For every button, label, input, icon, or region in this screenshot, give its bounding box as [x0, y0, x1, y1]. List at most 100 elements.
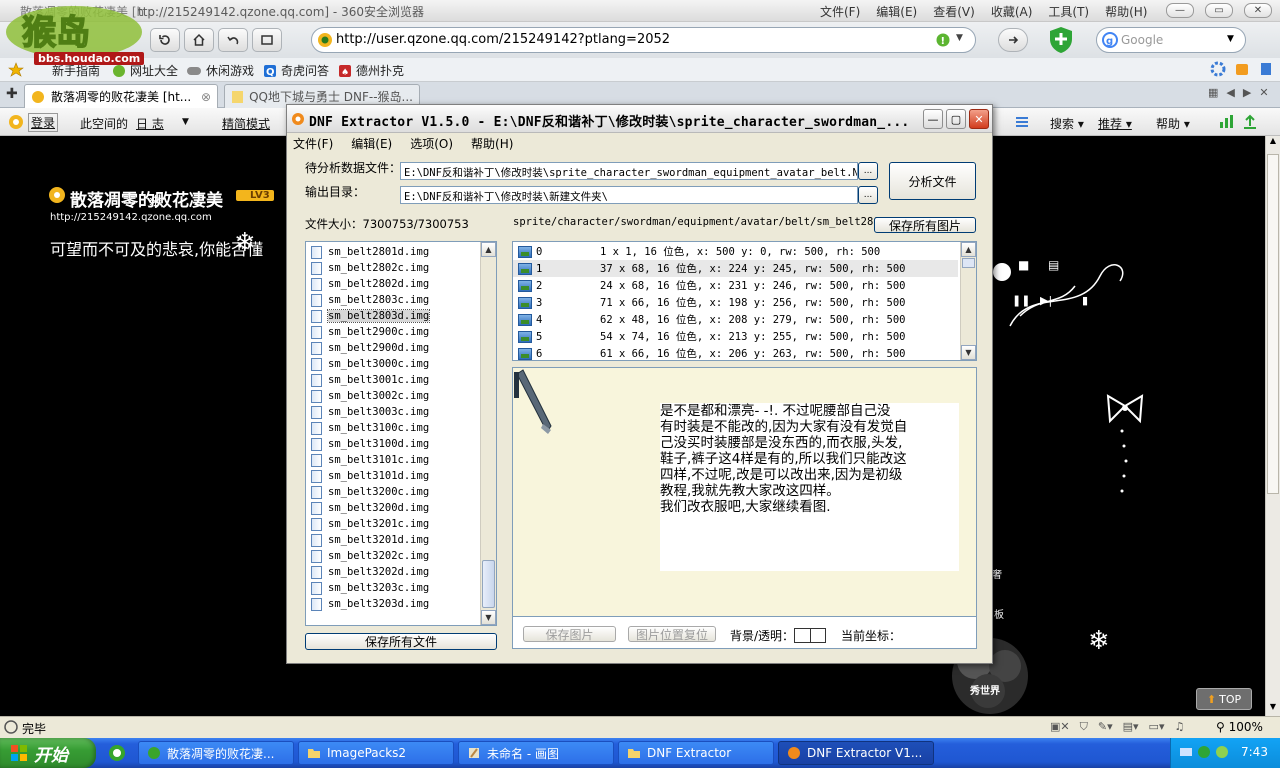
- dialog-menu-file[interactable]: 文件(F): [293, 135, 333, 152]
- save-image-button[interactable]: 保存图片: [523, 626, 616, 642]
- img-file-item[interactable]: sm_belt3200d.img: [306, 500, 480, 516]
- image-list-row[interactable]: 0 1 x 1, 16 位色, x: 500 y: 0, rw: 500, rh:…: [513, 243, 958, 260]
- scroll-down-icon[interactable]: ▼: [1266, 702, 1280, 716]
- img-file-item[interactable]: sm_belt2801d.img: [306, 244, 480, 260]
- img-file-item[interactable]: sm_belt3201d.img: [306, 532, 480, 548]
- task-paint[interactable]: 未命名 - 画图: [458, 741, 614, 765]
- tab-close-icon[interactable]: ⊗: [201, 90, 211, 104]
- home-button[interactable]: [184, 28, 214, 52]
- image-list-scrollbar[interactable]: ▲ ▼: [960, 242, 976, 360]
- 360-tray-icon[interactable]: [1197, 745, 1211, 759]
- search-link[interactable]: 搜索 ▾: [1050, 115, 1084, 132]
- gear-icon[interactable]: [1210, 61, 1226, 77]
- image-list-row[interactable]: 4 62 x 48, 16 位色, x: 208 y: 279, rw: 500,…: [513, 311, 958, 328]
- address-bar[interactable]: http://user.qzone.qq.com/215249142?ptlan…: [311, 27, 976, 53]
- status-pen-icon[interactable]: ✎▾: [1098, 720, 1113, 734]
- page-scrollbar[interactable]: ▲ ▼: [1265, 136, 1280, 716]
- browse-input-button[interactable]: ...: [858, 162, 878, 180]
- status-sound-icon[interactable]: ♫: [1174, 720, 1184, 734]
- refresh-button[interactable]: [150, 28, 180, 52]
- img-file-item[interactable]: sm_belt3203c.img: [306, 580, 480, 596]
- music-pause-icon[interactable]: ❚❚: [1012, 294, 1030, 307]
- menu-file[interactable]: 文件(F): [820, 3, 860, 20]
- save-all-files-button[interactable]: 保存所有文件: [305, 633, 497, 650]
- analyze-file-button[interactable]: 分析文件: [889, 162, 976, 200]
- img-file-item[interactable]: sm_belt2803c.img: [306, 292, 480, 308]
- status-block-icon[interactable]: ▣✕: [1050, 720, 1070, 734]
- dialog-close-button[interactable]: ✕: [969, 109, 989, 129]
- feed-icon[interactable]: [1014, 115, 1030, 129]
- img-file-item[interactable]: sm_belt3100d.img: [306, 436, 480, 452]
- menu-view[interactable]: 查看(V): [933, 3, 975, 20]
- dialog-maximize-button[interactable]: ▢: [946, 109, 966, 129]
- image-list-row[interactable]: 1 37 x 68, 16 位色, x: 224 y: 245, rw: 500,…: [513, 260, 958, 277]
- img-file-item[interactable]: sm_belt3101c.img: [306, 452, 480, 468]
- img-file-item[interactable]: sm_belt2802d.img: [306, 276, 480, 292]
- menu-tools[interactable]: 工具(T): [1048, 3, 1089, 20]
- upload-icon[interactable]: [1242, 114, 1258, 130]
- image-list-row[interactable]: 2 24 x 68, 16 位色, x: 231 y: 246, rw: 500,…: [513, 277, 958, 294]
- task-browser[interactable]: 散落凋零的败花凄...: [138, 741, 294, 765]
- img-file-item[interactable]: sm_belt2900c.img: [306, 324, 480, 340]
- tab-active[interactable]: 散落凋零的败花凄美 [ht... ⊗: [24, 84, 218, 108]
- dialog-menu-edit[interactable]: 编辑(E): [351, 135, 392, 152]
- music-stop-icon[interactable]: ■: [1018, 258, 1029, 272]
- file-list-scroll-thumb[interactable]: [482, 560, 495, 608]
- bg-color-swatch[interactable]: [794, 628, 826, 643]
- zoom-level[interactable]: ⚲ 100%: [1216, 720, 1263, 734]
- task-imagepacks[interactable]: ImagePacks2: [298, 741, 454, 765]
- scroll-up-icon[interactable]: ▲: [481, 242, 496, 257]
- scrollbar-thumb[interactable]: [1267, 154, 1279, 494]
- fav-qihoo-qa[interactable]: Q 奇虎问答: [263, 62, 329, 79]
- tab-close-all-icon[interactable]: ✕: [1259, 86, 1268, 99]
- blog-url[interactable]: http://215249142.qzone.qq.com: [50, 212, 212, 223]
- music-list-icon[interactable]: ▤: [1048, 258, 1059, 272]
- diary-link[interactable]: 日 志: [136, 115, 164, 132]
- back-to-top-button[interactable]: ⬆ TOP: [1196, 688, 1252, 710]
- recommend-link[interactable]: 推荐 ▾: [1098, 115, 1132, 132]
- start-button[interactable]: 开始: [0, 738, 96, 768]
- restore-view-button[interactable]: [252, 28, 282, 52]
- scroll-up-icon[interactable]: ▲: [1266, 136, 1280, 150]
- dialog-minimize-button[interactable]: —: [923, 109, 943, 129]
- status-window-icon[interactable]: ▭▾: [1149, 720, 1165, 734]
- chart-icon[interactable]: [1218, 114, 1234, 130]
- img-file-item[interactable]: sm_belt3002c.img: [306, 388, 480, 404]
- menu-edit[interactable]: 编辑(E): [876, 3, 917, 20]
- undo-button[interactable]: [218, 28, 248, 52]
- file-list-scrollbar[interactable]: ▲ ▼: [480, 242, 496, 625]
- diary-dropdown-icon[interactable]: ▼: [182, 117, 189, 127]
- blog-title[interactable]: 散落凋零的败花凄美: [70, 186, 223, 211]
- status-page-icon[interactable]: ▤▾: [1123, 720, 1139, 734]
- bookmark-icon[interactable]: [1258, 61, 1274, 77]
- dialog-menu-options[interactable]: 选项(O): [410, 135, 453, 152]
- tab-grid-icon[interactable]: ▦: [1208, 86, 1218, 99]
- help-link[interactable]: 帮助 ▾: [1156, 115, 1190, 132]
- go-button[interactable]: [998, 28, 1028, 52]
- fav-casual-games[interactable]: 休闲游戏: [186, 62, 254, 79]
- 360-safe-icon[interactable]: [1046, 25, 1076, 55]
- scroll-down-icon[interactable]: ▼: [961, 345, 976, 360]
- scroll-down-icon[interactable]: ▼: [481, 610, 496, 625]
- img-file-item[interactable]: sm_belt3202c.img: [306, 548, 480, 564]
- quicklaunch-browser-icon[interactable]: [108, 744, 126, 762]
- plugin-icon[interactable]: [1234, 61, 1250, 77]
- output-dir-field[interactable]: E:\DNF反和谐补丁\修改时装\新建文件夹\: [400, 186, 858, 204]
- img-file-item[interactable]: sm_belt3001c.img: [306, 372, 480, 388]
- save-all-images-button[interactable]: 保存所有图片: [874, 217, 976, 233]
- input-file-field[interactable]: E:\DNF反和谐补丁\修改时装\sprite_character_swordm…: [400, 162, 858, 180]
- new-tab-button[interactable]: ✚: [6, 86, 18, 102]
- image-list-row[interactable]: 5 54 x 74, 16 位色, x: 213 y: 255, rw: 500,…: [513, 328, 958, 345]
- task-dnf-extractor[interactable]: DNF Extractor V1...: [778, 741, 934, 765]
- music-volume-icon[interactable]: ▮: [1082, 294, 1088, 307]
- img-file-item[interactable]: sm_belt3200c.img: [306, 484, 480, 500]
- img-file-item[interactable]: sm_belt3000c.img: [306, 356, 480, 372]
- img-file-item[interactable]: sm_belt3100c.img: [306, 420, 480, 436]
- fav-texas-poker[interactable]: ♠ 德州扑克: [338, 62, 404, 79]
- img-file-item[interactable]: sm_belt3003c.img: [306, 404, 480, 420]
- menu-favorites[interactable]: 收藏(A): [991, 3, 1033, 20]
- img-file-item[interactable]: sm_belt2900d.img: [306, 340, 480, 356]
- menu-help[interactable]: 帮助(H): [1105, 3, 1147, 20]
- login-link[interactable]: 登录: [28, 113, 59, 132]
- browser-close-button[interactable]: ✕: [1244, 3, 1272, 18]
